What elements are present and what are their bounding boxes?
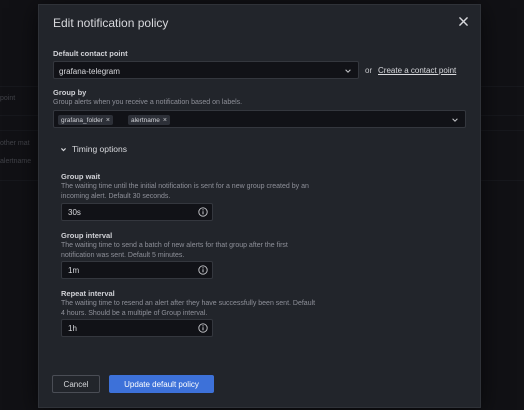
timing-options-toggle[interactable]: Timing options (60, 144, 150, 156)
remove-chip-icon[interactable]: × (163, 117, 167, 124)
chip-label: grafana_folder (61, 116, 103, 124)
info-icon[interactable] (198, 265, 208, 275)
group-wait-label: Group wait (61, 172, 101, 181)
contact-point-select[interactable]: grafana-telegram (53, 61, 359, 79)
group-wait-description: The waiting time until the initial notif… (61, 183, 309, 200)
remove-chip-icon[interactable]: × (106, 117, 110, 124)
chip-label: alertname (131, 116, 160, 124)
repeat-interval-value: 1h (68, 324, 77, 333)
update-default-policy-button[interactable]: Update default policy (109, 375, 214, 393)
group-interval-value: 1m (68, 266, 80, 275)
chevron-down-icon (452, 118, 458, 122)
group-by-label: Group by (53, 88, 87, 97)
repeat-interval-input[interactable]: 1h (61, 319, 213, 337)
group-by-select[interactable]: grafana_folder × alertname × (53, 110, 466, 128)
contact-point-label: Default contact point (53, 49, 128, 58)
group-wait-value: 30s (68, 208, 81, 217)
group-interval-description: The waiting time to send a batch of new … (61, 242, 288, 259)
cancel-button[interactable]: Cancel (52, 375, 100, 393)
group-by-chip: grafana_folder × (58, 115, 114, 125)
modal-title: Edit notification policy (53, 16, 169, 30)
group-interval-input[interactable]: 1m (61, 261, 213, 279)
repeat-interval-label: Repeat interval (61, 289, 115, 298)
repeat-interval-description: The waiting time to resend an alert afte… (61, 300, 316, 317)
info-icon[interactable] (198, 207, 208, 217)
close-icon (458, 16, 468, 26)
group-by-chip: alertname × (128, 115, 170, 125)
create-contact-point-link[interactable]: Create a contact point (378, 66, 456, 75)
modal-header: Edit notification policy (39, 5, 480, 41)
info-icon[interactable] (198, 323, 208, 333)
group-by-description: Group alerts when you receive a notifica… (53, 99, 243, 106)
edit-notification-policy-modal: Edit notification policy Default contact… (38, 4, 481, 408)
chevron-down-icon (345, 69, 351, 73)
timing-options-label: Timing options (72, 144, 127, 154)
or-text: or (365, 66, 373, 75)
chevron-down-icon (61, 148, 66, 152)
contact-point-value: grafana-telegram (59, 67, 120, 76)
group-interval-label: Group interval (61, 231, 113, 240)
close-button[interactable] (455, 13, 471, 29)
group-wait-input[interactable]: 30s (61, 203, 213, 221)
